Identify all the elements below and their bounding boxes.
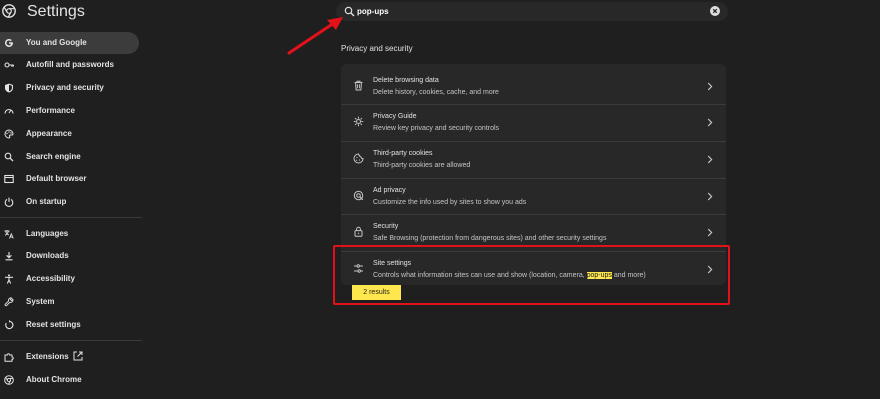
section-title: Privacy and security xyxy=(341,44,413,53)
chevron-right-icon xyxy=(707,228,713,237)
sidebar-item-label: Downloads xyxy=(26,251,69,260)
row-divider xyxy=(341,214,726,215)
sidebar-item-label: You and Google xyxy=(26,38,87,47)
sidebar-item-reset-settings[interactable]: Reset settings xyxy=(0,314,139,336)
sidebar-item-autofill[interactable]: Autofill and passwords xyxy=(0,54,139,76)
row-title: Delete browsing data xyxy=(373,77,439,84)
sidebar-item-label: Search engine xyxy=(26,152,81,161)
chevron-right-icon xyxy=(707,192,713,201)
sidebar-item-label: Default browser xyxy=(26,174,87,183)
sidebar-item-languages[interactable]: Languages xyxy=(0,223,139,245)
download-icon xyxy=(5,252,13,261)
row-title: Privacy Guide xyxy=(373,113,417,120)
sidebar-item-default-browser[interactable]: Default browser xyxy=(0,168,139,190)
sidebar-item-label: About Chrome xyxy=(26,375,82,384)
chrome-logo-icon xyxy=(2,4,16,18)
row-description: Review key privacy and security controls xyxy=(373,125,500,132)
sidebar-item-label: Extensions xyxy=(26,352,69,361)
sidebar-item-performance[interactable]: Performance xyxy=(0,100,139,122)
sidebar-item-label: Privacy and security xyxy=(26,83,104,92)
sidebar-item-you-and-google[interactable]: You and Google xyxy=(0,32,139,54)
row-title: Security xyxy=(373,223,399,230)
chevron-right-icon xyxy=(707,118,713,127)
chrome-icon xyxy=(4,375,14,385)
sidebar-item-label: On startup xyxy=(26,197,67,206)
sidebar-item-downloads[interactable]: Downloads xyxy=(0,245,139,267)
sidebar-item-label: Appearance xyxy=(26,129,72,138)
search-input[interactable]: pop-ups xyxy=(357,6,389,17)
sidebar-item-on-startup[interactable]: On startup xyxy=(0,191,139,213)
lock-icon xyxy=(354,226,363,237)
sidebar-item-privacy[interactable]: Privacy and security xyxy=(0,77,139,99)
row-delete-browsing-data[interactable]: Delete browsing data Delete history, coo… xyxy=(341,68,726,104)
settings-window: Settings pop-ups You and Google Autofill… xyxy=(0,0,880,399)
sidebar-item-label: Performance xyxy=(26,106,75,115)
row-divider xyxy=(341,104,726,105)
row-privacy-guide[interactable]: Privacy Guide Review key privacy and sec… xyxy=(341,104,726,140)
sidebar-item-search-engine[interactable]: Search engine xyxy=(0,146,139,168)
speedometer-icon xyxy=(4,108,14,114)
row-divider xyxy=(341,178,726,179)
sidebar-item-label: Languages xyxy=(26,229,69,238)
chevron-right-icon xyxy=(707,82,713,91)
row-title: Third-party cookies xyxy=(373,150,433,157)
key-icon xyxy=(4,62,14,68)
clear-search-button[interactable] xyxy=(710,6,720,16)
cookie-icon xyxy=(353,153,364,164)
row-third-party-cookies[interactable]: Third-party cookies Third-party cookies … xyxy=(341,141,726,177)
power-icon xyxy=(4,197,14,207)
row-description: Delete history, cookies, cache, and more xyxy=(373,89,499,96)
search-box[interactable]: pop-ups xyxy=(336,2,728,21)
sidebar-item-system[interactable]: System xyxy=(0,291,139,313)
external-link-icon xyxy=(73,351,83,361)
sidebar-item-label: Autofill and passwords xyxy=(26,60,115,69)
sidebar-divider xyxy=(0,340,142,341)
chevron-right-icon xyxy=(707,155,713,164)
row-description: Safe Browsing (protection from dangerous… xyxy=(373,235,607,242)
sidebar-item-extensions[interactable]: Extensions xyxy=(0,346,139,368)
sidebar-divider xyxy=(0,217,142,218)
wrench-icon xyxy=(4,297,14,307)
close-icon xyxy=(712,8,718,14)
annotation-highlight-box xyxy=(333,245,730,305)
row-description: Customize the info used by sites to show… xyxy=(373,199,527,206)
reset-icon xyxy=(5,320,14,330)
row-divider xyxy=(341,141,726,142)
trash-icon xyxy=(354,80,363,91)
sidebar-item-about-chrome[interactable]: About Chrome xyxy=(0,369,139,391)
browser-icon xyxy=(4,174,14,184)
sidebar-item-appearance[interactable]: Appearance xyxy=(0,123,139,145)
page-title: Settings xyxy=(27,3,85,20)
search-icon xyxy=(4,152,14,162)
sidebar-item-label: Reset settings xyxy=(26,320,81,329)
translate-icon xyxy=(4,230,14,239)
row-ad-privacy[interactable]: Ad privacy Customize the info used by si… xyxy=(341,178,726,214)
palette-icon xyxy=(4,129,14,139)
puzzle-icon xyxy=(4,353,14,362)
google-icon xyxy=(5,38,13,47)
row-title: Ad privacy xyxy=(373,187,406,194)
privacy-guide-icon xyxy=(353,116,364,127)
row-description: Third-party cookies are allowed xyxy=(373,162,471,169)
sidebar-item-accessibility[interactable]: Accessibility xyxy=(0,268,139,290)
sidebar-item-label: Accessibility xyxy=(26,274,75,283)
sidebar-item-label: System xyxy=(26,297,55,306)
ad-privacy-icon xyxy=(353,190,364,201)
shield-icon xyxy=(5,83,13,93)
accessibility-icon xyxy=(5,274,13,284)
